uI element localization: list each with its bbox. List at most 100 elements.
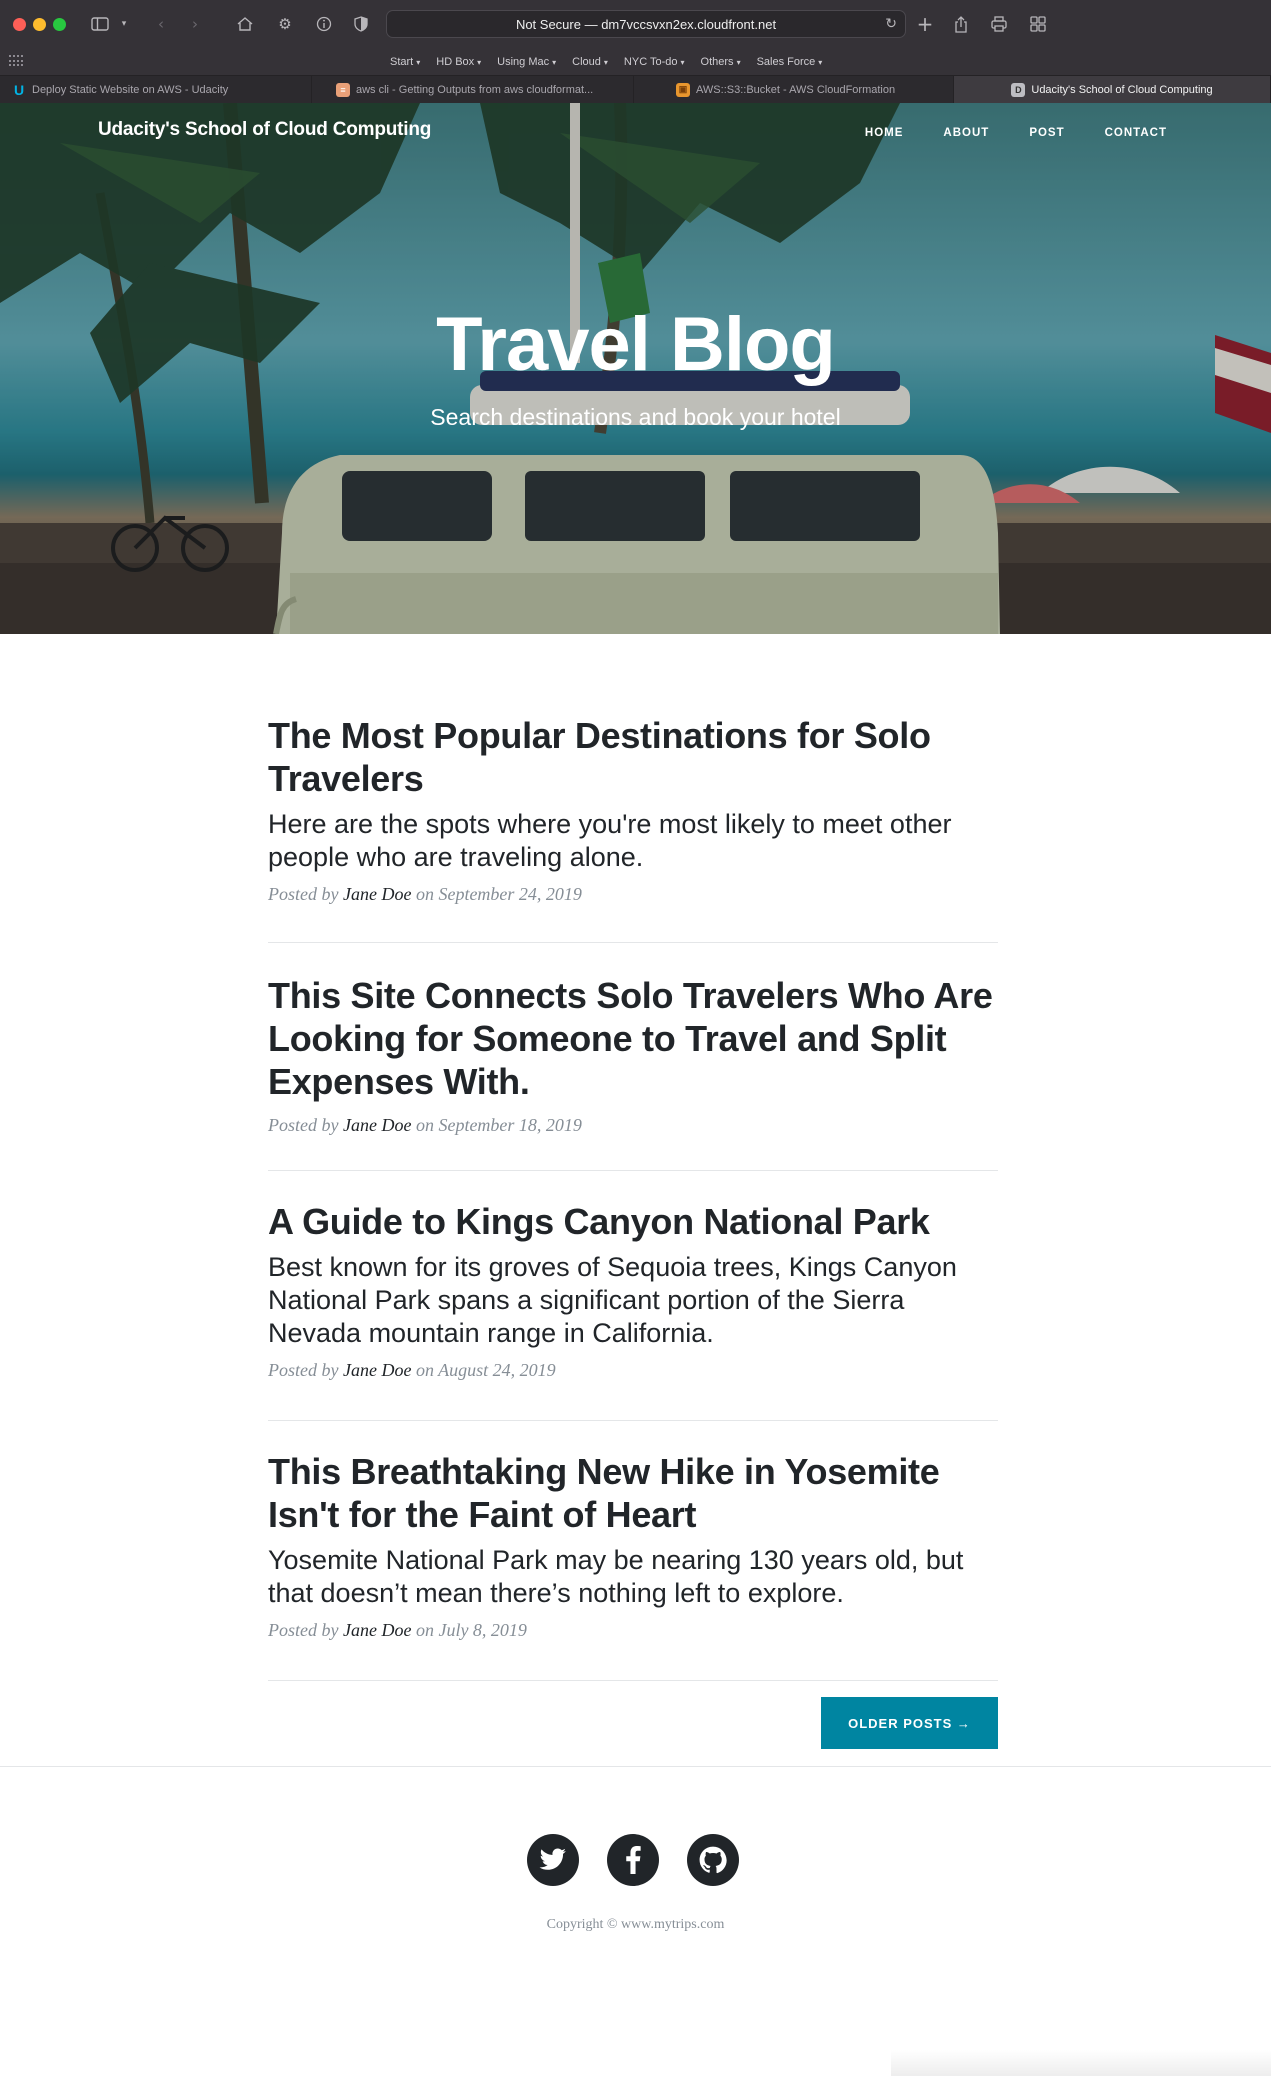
post-subtitle[interactable]: Best known for its groves of Sequoia tre… xyxy=(268,1251,998,1350)
post-meta: Posted by Jane Doe on July 8, 2019 xyxy=(268,1620,998,1641)
post-title[interactable]: A Guide to Kings Canyon National Park xyxy=(268,1200,998,1243)
bookmark-list: Start ▾ HD Box ▾ Using Mac ▾ Cloud ▾ NYC To-… xyxy=(390,48,822,75)
tab-overview-icon[interactable] xyxy=(1027,12,1049,36)
tab-label: Deploy Static Website on AWS - Udacity xyxy=(32,83,229,96)
footer-divider xyxy=(0,1766,1271,1767)
tab-udacity-deploy[interactable]: U Deploy Static Website on AWS - Udacity xyxy=(0,76,312,103)
tab-aws-cli[interactable]: ≡ aws cli - Getting Outputs from aws clo… xyxy=(312,76,634,103)
post-date: July 8, 2019 xyxy=(438,1620,527,1640)
chevron-down-icon: ▾ xyxy=(680,57,685,67)
twitter-icon[interactable] xyxy=(527,1834,579,1886)
masthead: Udacity's School of Cloud Computing Home… xyxy=(0,103,1271,634)
post-date: September 24, 2019 xyxy=(438,884,582,904)
meta-prefix: Posted by xyxy=(268,884,339,904)
post-preview[interactable]: This Site Connects Solo Travelers Who Ar… xyxy=(268,974,998,1136)
browser-toolbar: ▾ ‹ › ⚙ Not Secure — dm7vccsvxn2ex.cloud… xyxy=(0,0,1271,48)
post-divider xyxy=(268,1680,998,1681)
meta-on: on xyxy=(415,1360,434,1380)
bookmark-label: Others xyxy=(700,55,734,68)
chevron-down-icon: ▾ xyxy=(552,57,557,67)
post-title[interactable]: The Most Popular Destinations for Solo T… xyxy=(268,714,998,800)
bookmark-label: Sales Force xyxy=(756,55,816,68)
bookmark-cloud[interactable]: Cloud ▾ xyxy=(572,56,608,68)
udacity-icon: U xyxy=(13,81,25,98)
chevron-down-icon: ▾ xyxy=(818,57,823,67)
meta-on: on xyxy=(415,884,434,904)
meta-prefix: Posted by xyxy=(268,1620,339,1640)
nav-post[interactable]: Post xyxy=(1029,127,1064,139)
post-meta: Posted by Jane Doe on September 18, 2019 xyxy=(268,1115,998,1136)
tab-aws-s3-bucket[interactable]: ▣ AWS::S3::Bucket - AWS CloudFormation xyxy=(634,76,954,103)
bookmarks-bar: Start ▾ HD Box ▾ Using Mac ▾ Cloud ▾ NYC To-… xyxy=(0,48,1271,75)
tab-label: aws cli - Getting Outputs from aws cloud… xyxy=(356,83,594,96)
post-meta: Posted by Jane Doe on August 24, 2019 xyxy=(268,1360,998,1381)
post-divider xyxy=(268,942,998,943)
bookmark-sales-force[interactable]: Sales Force ▾ xyxy=(757,56,823,68)
nav-about[interactable]: About xyxy=(943,127,989,139)
github-icon[interactable] xyxy=(687,1834,739,1886)
tab-udacity-cloud-active[interactable]: D Udacity's School of Cloud Computing xyxy=(954,76,1271,103)
hero-subtitle: Search destinations and book your hotel xyxy=(430,404,841,430)
info-icon[interactable] xyxy=(313,12,335,36)
post-preview[interactable]: A Guide to Kings Canyon National Park Be… xyxy=(268,1200,998,1381)
post-author-link[interactable]: Jane Doe xyxy=(343,1115,411,1135)
post-subtitle[interactable]: Here are the spots where you're most lik… xyxy=(268,808,998,874)
bookmark-using-mac[interactable]: Using Mac ▾ xyxy=(497,56,556,68)
apps-grid-icon[interactable] xyxy=(9,55,23,67)
post-meta: Posted by Jane Doe on September 24, 2019 xyxy=(268,884,998,905)
shield-icon[interactable] xyxy=(350,12,372,36)
post-author-link[interactable]: Jane Doe xyxy=(343,1620,411,1640)
bookmark-nyc-todo[interactable]: NYC To-do ▾ xyxy=(624,56,685,68)
new-tab-plus-icon[interactable]: + xyxy=(914,12,936,36)
post-title[interactable]: This Breathtaking New Hike in Yosemite I… xyxy=(268,1450,998,1536)
post-divider xyxy=(268,1170,998,1171)
share-icon[interactable] xyxy=(950,12,972,36)
older-posts-button[interactable]: Older Posts → xyxy=(821,1697,998,1749)
back-arrow-icon[interactable]: ‹ xyxy=(152,12,170,36)
meta-on: on xyxy=(415,1115,434,1135)
forward-arrow-icon[interactable]: › xyxy=(186,12,204,36)
print-icon[interactable] xyxy=(988,12,1010,36)
bookmark-label: Cloud xyxy=(572,55,601,68)
bookmark-hd-box[interactable]: HD Box ▾ xyxy=(436,56,481,68)
meta-on: on xyxy=(415,1620,434,1640)
facebook-icon[interactable] xyxy=(607,1834,659,1886)
hero-title: Travel Blog xyxy=(436,302,836,387)
nav-contact[interactable]: Contact xyxy=(1105,127,1167,139)
post-author-link[interactable]: Jane Doe xyxy=(343,1360,411,1380)
post-divider xyxy=(268,1420,998,1421)
social-links xyxy=(527,1834,739,1886)
close-window-button[interactable] xyxy=(13,18,26,31)
post-preview[interactable]: The Most Popular Destinations for Solo T… xyxy=(268,714,998,905)
bookmark-others[interactable]: Others ▾ xyxy=(701,56,741,68)
zoom-window-button[interactable] xyxy=(53,18,66,31)
bookmark-label: NYC To-do xyxy=(623,55,678,68)
bookmark-label: HD Box xyxy=(436,55,475,68)
post-title[interactable]: This Site Connects Solo Travelers Who Ar… xyxy=(268,974,998,1103)
home-icon[interactable] xyxy=(234,12,256,36)
address-bar[interactable]: Not Secure — dm7vccsvxn2ex.cloudfront.ne… xyxy=(386,10,906,38)
chevron-down-icon: ▾ xyxy=(603,57,608,67)
tab-label: Udacity's School of Cloud Computing xyxy=(1031,83,1213,96)
chevron-down-icon: ▾ xyxy=(736,57,741,67)
tab-strip: U Deploy Static Website on AWS - Udacity… xyxy=(0,75,1271,103)
chevron-down-icon[interactable]: ▾ xyxy=(118,12,130,36)
minimize-window-button[interactable] xyxy=(33,18,46,31)
post-author-link[interactable]: Jane Doe xyxy=(343,884,411,904)
tab-label: AWS::S3::Bucket - AWS CloudFormation xyxy=(696,83,896,96)
browser-chrome: ▾ ‹ › ⚙ Not Secure — dm7vccsvxn2ex.cloud… xyxy=(0,0,1271,103)
address-text: Not Secure — dm7vccsvxn2ex.cloudfront.ne… xyxy=(515,16,777,32)
meta-prefix: Posted by xyxy=(268,1360,339,1380)
reload-icon[interactable]: ↻ xyxy=(885,16,897,32)
site-brand-link[interactable]: Udacity's School of Cloud Computing xyxy=(98,119,431,141)
bookmark-start[interactable]: Start ▾ xyxy=(390,56,420,68)
post-preview[interactable]: This Breathtaking New Hike in Yosemite I… xyxy=(268,1450,998,1641)
post-subtitle[interactable]: Yosemite National Park may be nearing 13… xyxy=(268,1544,998,1610)
stackoverflow-icon: ≡ xyxy=(336,82,350,97)
sidebar-toggle-icon[interactable] xyxy=(88,12,112,36)
window-shadow xyxy=(891,2050,1271,2076)
post-date: August 24, 2019 xyxy=(438,1360,556,1380)
main-nav: Home About Post Contact xyxy=(865,127,1167,139)
gear-icon[interactable]: ⚙ xyxy=(274,12,296,36)
nav-home[interactable]: Home xyxy=(865,127,904,139)
